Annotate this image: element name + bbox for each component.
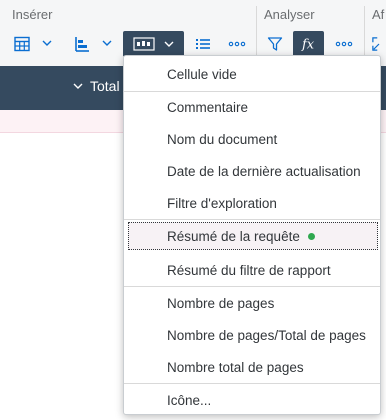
table-header-column[interactable]: Total — [72, 78, 120, 94]
chevron-down-icon[interactable] — [101, 37, 113, 49]
chevron-down-icon — [73, 83, 83, 89]
menu-item-icone[interactable]: Icône... — [128, 386, 378, 414]
insert-group-label: Insérer — [12, 7, 53, 22]
menu-divider — [124, 383, 380, 384]
insert-cell-dropdown-menu: Cellule vide Commentaire Nom du document… — [123, 55, 381, 415]
formula-fx-icon: fx — [301, 38, 315, 53]
analyze-group-label: Analyser — [264, 7, 315, 22]
menu-item-label: Nombre de pages — [167, 295, 275, 311]
expand-icon — [372, 37, 380, 51]
insert-cell-button[interactable] — [123, 31, 184, 57]
menu-item-label: Nom du document — [167, 131, 278, 147]
menu-divider — [124, 91, 380, 92]
insert-list-button[interactable] — [193, 31, 213, 57]
menu-item-label: Nombre total de pages — [167, 359, 304, 375]
chevron-down-icon[interactable] — [41, 37, 53, 49]
formula-button[interactable]: fx — [293, 31, 324, 57]
table-icon — [14, 36, 30, 52]
more-icon — [228, 41, 246, 47]
list-icon — [196, 39, 210, 49]
menu-divider — [124, 219, 380, 220]
filter-button[interactable] — [265, 31, 285, 57]
menu-item-label: Résumé de la requête — [167, 228, 300, 244]
status-dot-icon — [307, 232, 315, 240]
menu-item-date-derniere-actualisation[interactable]: Date de la dernière actualisation — [128, 157, 378, 185]
menu-item-filtre-exploration[interactable]: Filtre d'exploration — [128, 189, 378, 217]
table-header-label: Total — [90, 78, 120, 94]
menu-item-resume-filtre-rapport[interactable]: Résumé du filtre de rapport — [128, 256, 378, 284]
menu-item-resume-requete[interactable]: Résumé de la requête — [128, 222, 378, 250]
menu-item-label: Commentaire — [167, 99, 249, 115]
menu-item-nombre-de-pages[interactable]: Nombre de pages — [128, 289, 378, 317]
menu-item-cellule-vide[interactable]: Cellule vide — [128, 60, 378, 88]
more-icon — [335, 41, 353, 47]
display-group-label: Af — [372, 7, 385, 22]
menu-item-label: Date de la dernière actualisation — [167, 163, 361, 179]
menu-item-label: Icône... — [167, 392, 212, 408]
insert-table-button[interactable] — [12, 31, 32, 57]
menu-item-commentaire[interactable]: Commentaire — [128, 93, 378, 121]
chevron-down-icon — [164, 41, 173, 47]
group-separator — [364, 6, 365, 58]
menu-divider — [124, 286, 380, 287]
menu-item-nom-du-document[interactable]: Nom du document — [128, 125, 378, 153]
expand-button[interactable] — [372, 31, 386, 57]
group-separator — [256, 6, 257, 58]
insert-more-button[interactable] — [226, 31, 248, 57]
analyze-more-button[interactable] — [333, 31, 355, 57]
text-cell-icon — [132, 37, 155, 51]
filter-icon — [267, 37, 283, 51]
bar-chart-icon — [75, 37, 89, 52]
svg-text:fx: fx — [301, 38, 315, 53]
menu-item-label: Résumé du filtre de rapport — [167, 262, 331, 278]
menu-item-nombre-total-pages[interactable]: Nombre total de pages — [128, 353, 378, 381]
menu-item-label: Filtre d'exploration — [167, 195, 277, 211]
menu-item-label: Cellule vide — [167, 66, 237, 82]
menu-item-label: Nombre de pages/Total de pages — [167, 327, 366, 343]
insert-chart-button[interactable] — [72, 31, 92, 57]
menu-item-nombre-pages-total[interactable]: Nombre de pages/Total de pages — [128, 321, 378, 349]
